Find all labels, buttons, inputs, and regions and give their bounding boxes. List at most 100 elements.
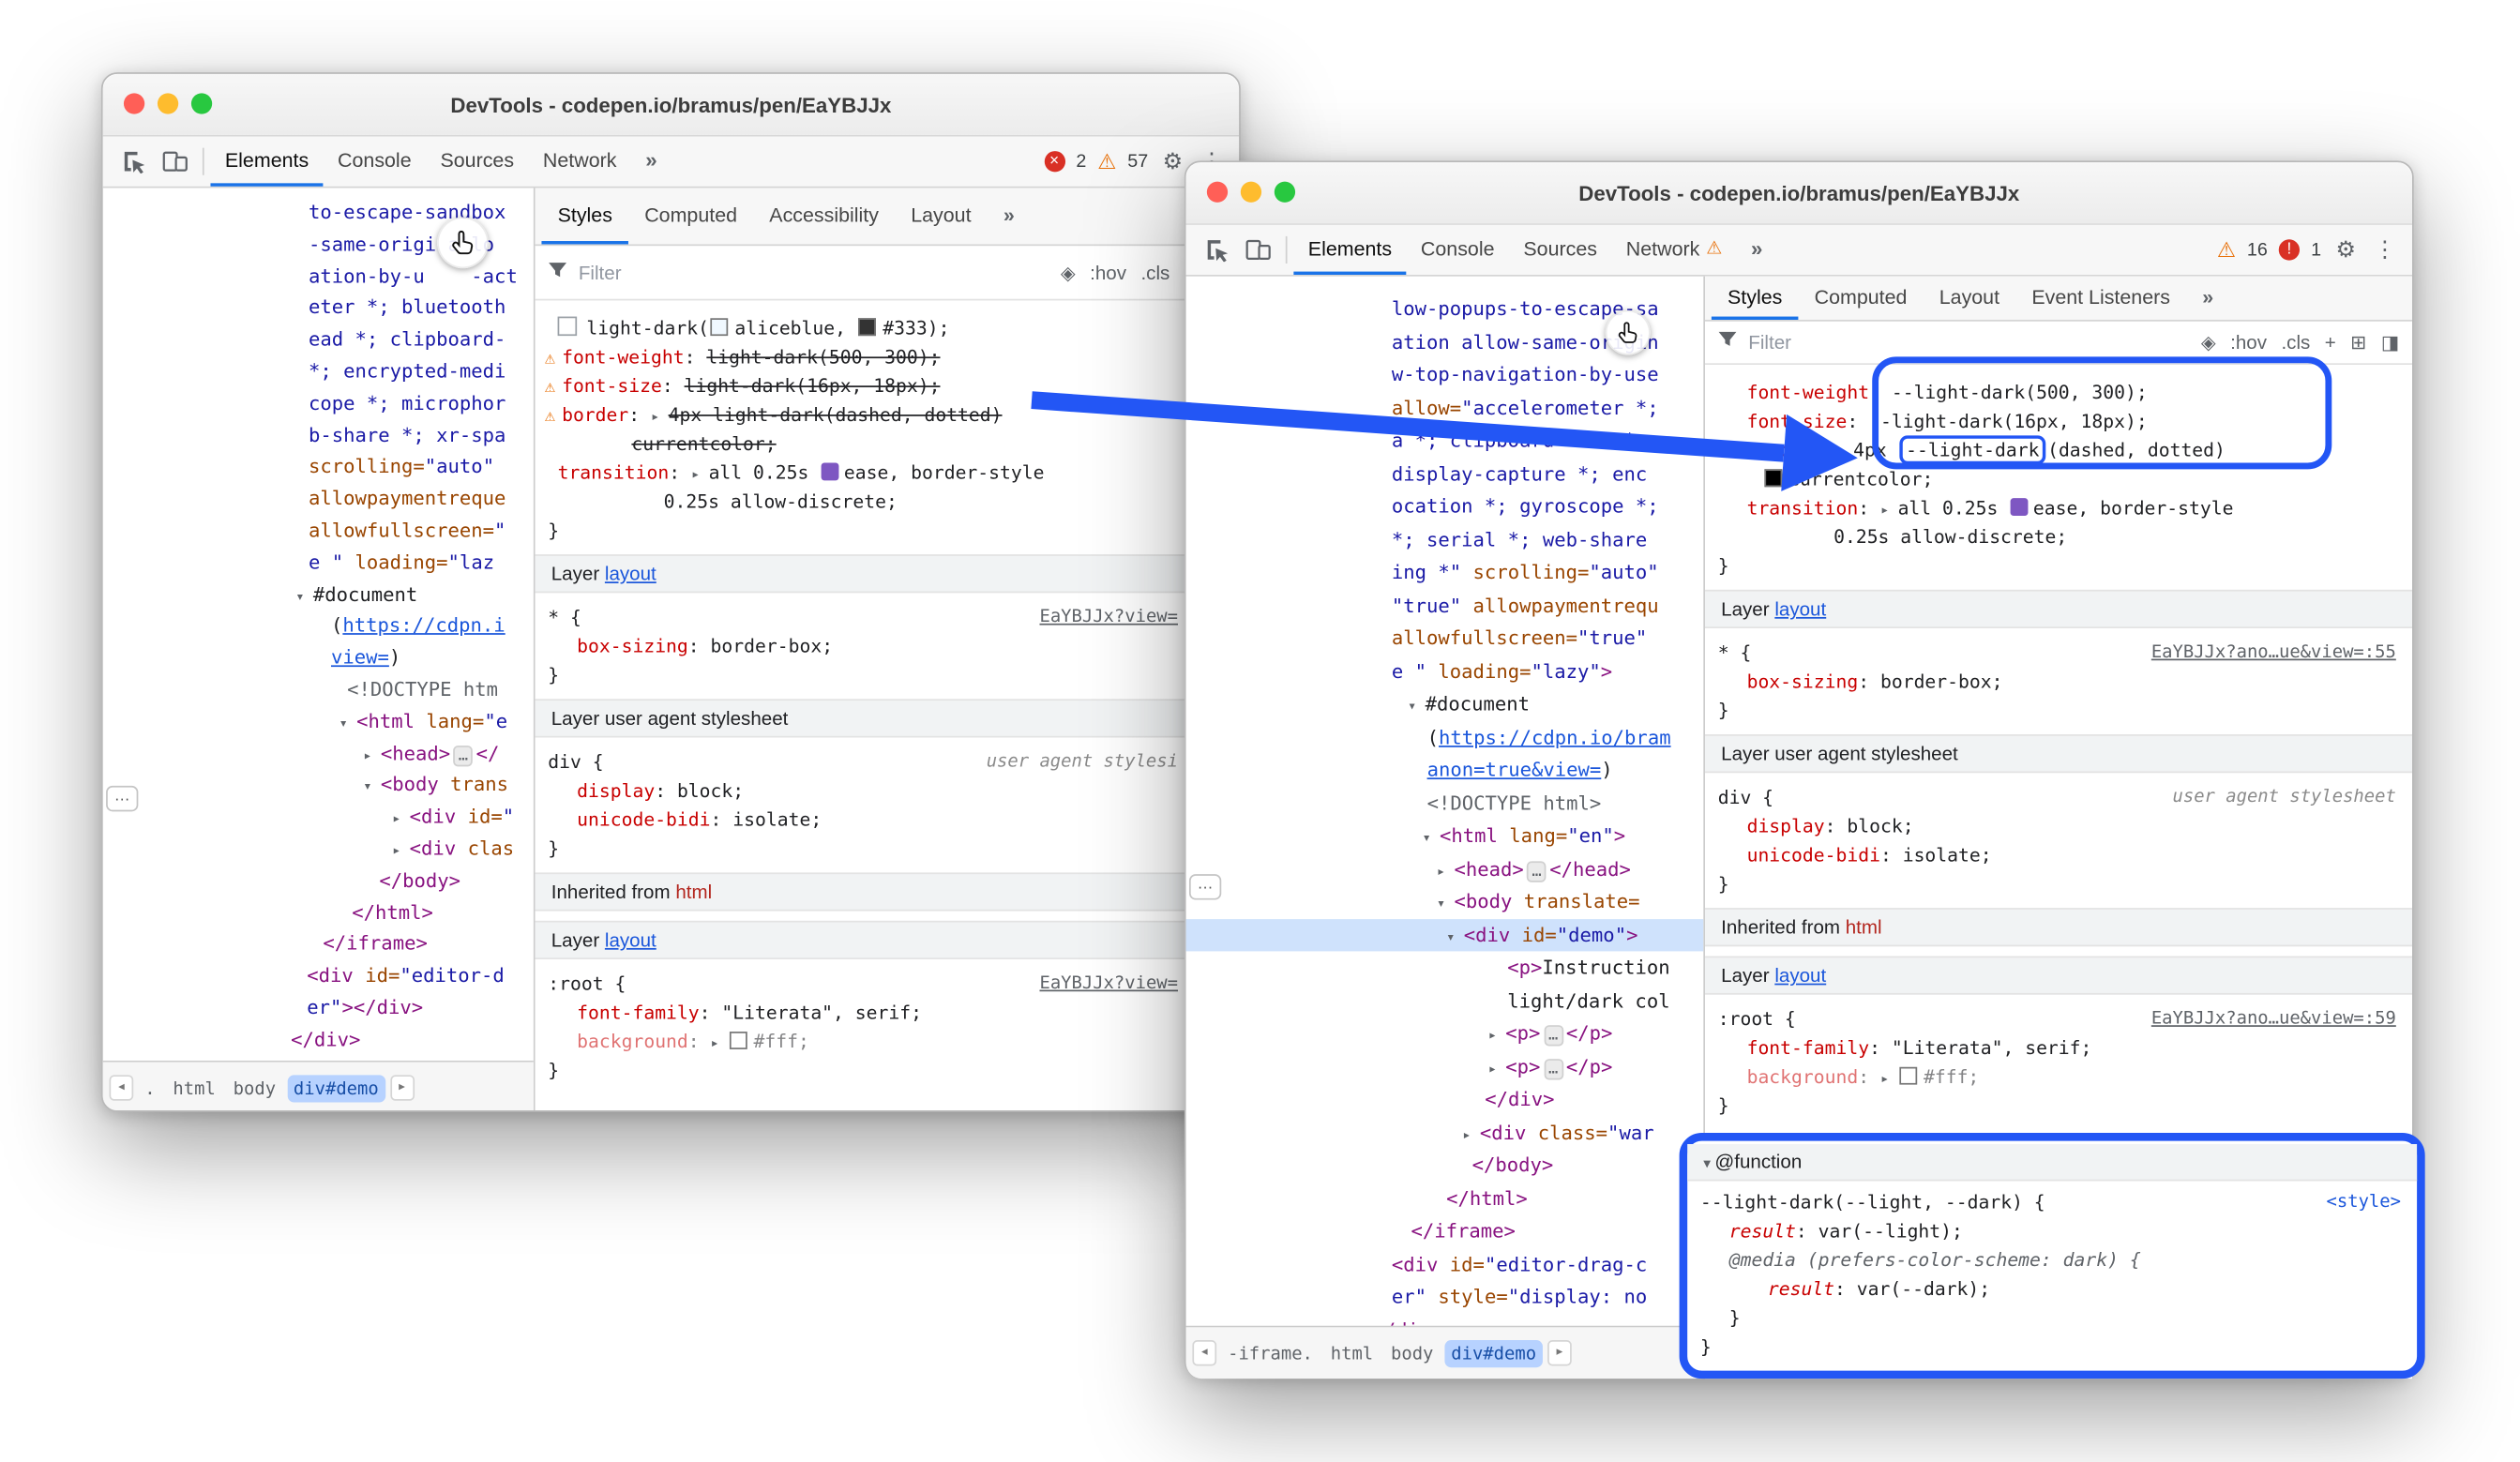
close-button[interactable] — [1207, 182, 1228, 203]
section-header[interactable]: Layer layout — [536, 921, 1240, 959]
minimize-button[interactable] — [1241, 182, 1261, 203]
hover-state-toggle[interactable]: :hov — [2230, 331, 2267, 354]
code-line[interactable]: ▸ <div class="war — [1186, 1116, 1704, 1149]
code-line[interactable]: </body> — [103, 866, 534, 897]
dock-side-icon[interactable]: ◨ — [2381, 331, 2399, 354]
section-header[interactable]: Layer layout — [536, 554, 1240, 593]
code-line[interactable]: w-top-navigation-by-use — [1186, 358, 1704, 391]
code-line[interactable]: background: ▸ #fff; — [1705, 1063, 2412, 1092]
issue-icon[interactable]: ! — [2279, 239, 2300, 260]
code-line[interactable]: <div id="editor-drag-c — [1186, 1248, 1704, 1281]
code-line[interactable]: ⚠font-weight: light-dark(500, 300); — [536, 342, 1240, 371]
show-more-button[interactable]: … — [1189, 874, 1221, 899]
code-line[interactable]: allowpaymentreque — [103, 484, 534, 516]
code-line[interactable]: ⚠font-size: light-dark(16px, 18px); — [536, 371, 1240, 400]
code-line[interactable]: } — [536, 516, 1240, 545]
code-line[interactable]: } — [1705, 1091, 2412, 1120]
code-line[interactable]: allowfullscreen="true" — [1186, 622, 1704, 655]
tab-layout[interactable]: Layout — [1924, 277, 2016, 321]
breadcrumb--iframe-[interactable]: -iframe. — [1221, 1339, 1319, 1366]
code-line[interactable]: display: block; — [1705, 811, 2412, 840]
title-bar[interactable]: DevTools - codepen.io/bramus/pen/EaYBJJx — [1186, 162, 2412, 225]
style-source-link[interactable]: EaYBJJx?view= — [1039, 603, 1178, 632]
code-line[interactable]: *; serial *; web-share — [1186, 523, 1704, 556]
code-line[interactable]: ▾ <body trans — [103, 770, 534, 802]
code-line[interactable]: ▾ <html lang="en"> — [1186, 820, 1704, 852]
code-line[interactable]: --light-dark(--light, --dark) {<style> — [1687, 1187, 2417, 1216]
tab-console[interactable]: Console — [324, 137, 426, 187]
style-source-link[interactable]: <style> — [2327, 1187, 2401, 1216]
code-line[interactable]: border: ▸ 4px --light-dark(dashed, dotte… — [1705, 435, 2412, 464]
tab-network[interactable]: Network⚠ — [1611, 225, 1736, 275]
code-line[interactable]: ▸ <div id=" — [103, 802, 534, 834]
code-line[interactable]: allowfullscreen=" — [103, 516, 534, 548]
code-line[interactable]: :root {EaYBJJx?view= — [536, 969, 1240, 998]
code-line[interactable]: ▸ <head>…</ — [103, 738, 534, 770]
section-header[interactable]: Inherited from html — [1705, 908, 2412, 946]
code-line[interactable]: } — [1705, 696, 2412, 725]
code-line[interactable]: ▾ <div id="demo"> — [1186, 918, 1704, 951]
code-line[interactable]: * {EaYBJJx?ano…ue&view=:55 — [1705, 638, 2412, 667]
code-line[interactable]: e " loading="laz — [103, 548, 534, 580]
code-line[interactable]: div {user agent stylesi — [536, 747, 1240, 776]
zoom-button[interactable] — [191, 93, 212, 113]
style-source-link[interactable]: EaYBJJx?view= — [1039, 969, 1178, 998]
code-line[interactable]: er"></div> — [103, 993, 534, 1025]
code-line[interactable]: div {user agent stylesheet — [1705, 782, 2412, 811]
hover-state-toggle[interactable]: :hov — [1090, 261, 1126, 283]
code-line[interactable]: allow="accelerometer *; — [1186, 391, 1704, 424]
code-line[interactable]: display: block; — [536, 776, 1240, 806]
code-line[interactable]: </div> — [1186, 1083, 1704, 1116]
gear-icon[interactable]: ⚙ — [2332, 236, 2359, 264]
code-line[interactable]: ▸ <p>…</p> — [1186, 1017, 1704, 1050]
code-line[interactable]: box-sizing: border-box; — [536, 631, 1240, 660]
breadcrumb-html[interactable]: html — [167, 1074, 222, 1101]
code-line[interactable]: </html> — [1186, 1182, 1704, 1214]
code-line[interactable]: light/dark col — [1186, 985, 1704, 1017]
code-line[interactable]: result: var(--dark); — [1687, 1274, 2417, 1304]
tab-computed[interactable]: Computed — [628, 188, 753, 244]
tab-sources[interactable]: Sources — [1509, 225, 1611, 275]
code-line[interactable]: <div id="editor-d — [103, 961, 534, 993]
breadcrumb-div-demo[interactable]: div#demo — [287, 1074, 385, 1101]
show-more-button[interactable]: … — [106, 786, 138, 811]
tab-elements[interactable]: Elements — [1293, 225, 1406, 275]
code-line[interactable]: ocation *; gyroscope *; — [1186, 490, 1704, 523]
code-line[interactable]: } — [1687, 1332, 2417, 1361]
tab-computed[interactable]: Computed — [1798, 277, 1923, 321]
style-source-link[interactable]: user agent stylesheet — [2173, 782, 2396, 811]
zoom-button[interactable] — [1275, 182, 1295, 203]
code-line[interactable]: font-weight: --light-dark(500, 300); — [1705, 378, 2412, 407]
code-line[interactable]: unicode-bidi: isolate; — [1705, 840, 2412, 869]
device-toolbar-icon[interactable] — [1237, 225, 1279, 275]
code-line[interactable]: ▾ #document — [103, 580, 534, 611]
code-line[interactable]: font-family: "Literata", serif; — [536, 998, 1240, 1027]
breadcrumb-body[interactable]: body — [227, 1074, 282, 1101]
section-header[interactable]: Inherited from html — [536, 872, 1240, 911]
code-line[interactable]: e " loading="lazy"> — [1186, 655, 1704, 687]
code-line[interactable]: <!DOCTYPE html> — [1186, 787, 1704, 820]
tab-elements[interactable]: Elements — [210, 137, 323, 187]
code-line[interactable]: </iframe> — [103, 929, 534, 961]
code-line[interactable]: (https://cdpn.io/bram — [1186, 721, 1704, 754]
gear-icon[interactable]: ⚙ — [1159, 148, 1185, 175]
code-line[interactable]: transition: ▸ all 0.25s ease, border-sty… — [1705, 493, 2412, 522]
code-line[interactable]: *; encrypted-medi — [103, 356, 534, 388]
code-line[interactable]: ⚠border: ▸ 4px light-dark(dashed, dotted… — [536, 400, 1240, 430]
class-toggle[interactable]: .cls — [2281, 331, 2310, 354]
inspect-icon[interactable] — [1196, 225, 1238, 275]
tab-layout[interactable]: Layout — [895, 188, 988, 244]
stack-icon[interactable]: ◈ — [1061, 261, 1076, 283]
code-line[interactable]: ead *; clipboard- — [103, 324, 534, 356]
code-line[interactable]: cope *; microphor — [103, 388, 534, 420]
filter-input[interactable]: Filter — [579, 261, 622, 283]
code-line[interactable]: display-capture *; enc — [1186, 457, 1704, 490]
code-line[interactable]: </iframe> — [1186, 1214, 1704, 1247]
code-line[interactable]: ▾ <html lang="e — [103, 707, 534, 739]
tab-network[interactable]: Network — [528, 137, 630, 187]
device-toolbar-icon[interactable] — [154, 137, 196, 187]
code-line[interactable]: (https://cdpn.i — [103, 611, 534, 643]
tab--[interactable]: » — [1737, 225, 1777, 275]
code-line[interactable]: currentcolor; — [1705, 464, 2412, 493]
section-header[interactable]: Layer user agent stylesheet — [1705, 734, 2412, 773]
